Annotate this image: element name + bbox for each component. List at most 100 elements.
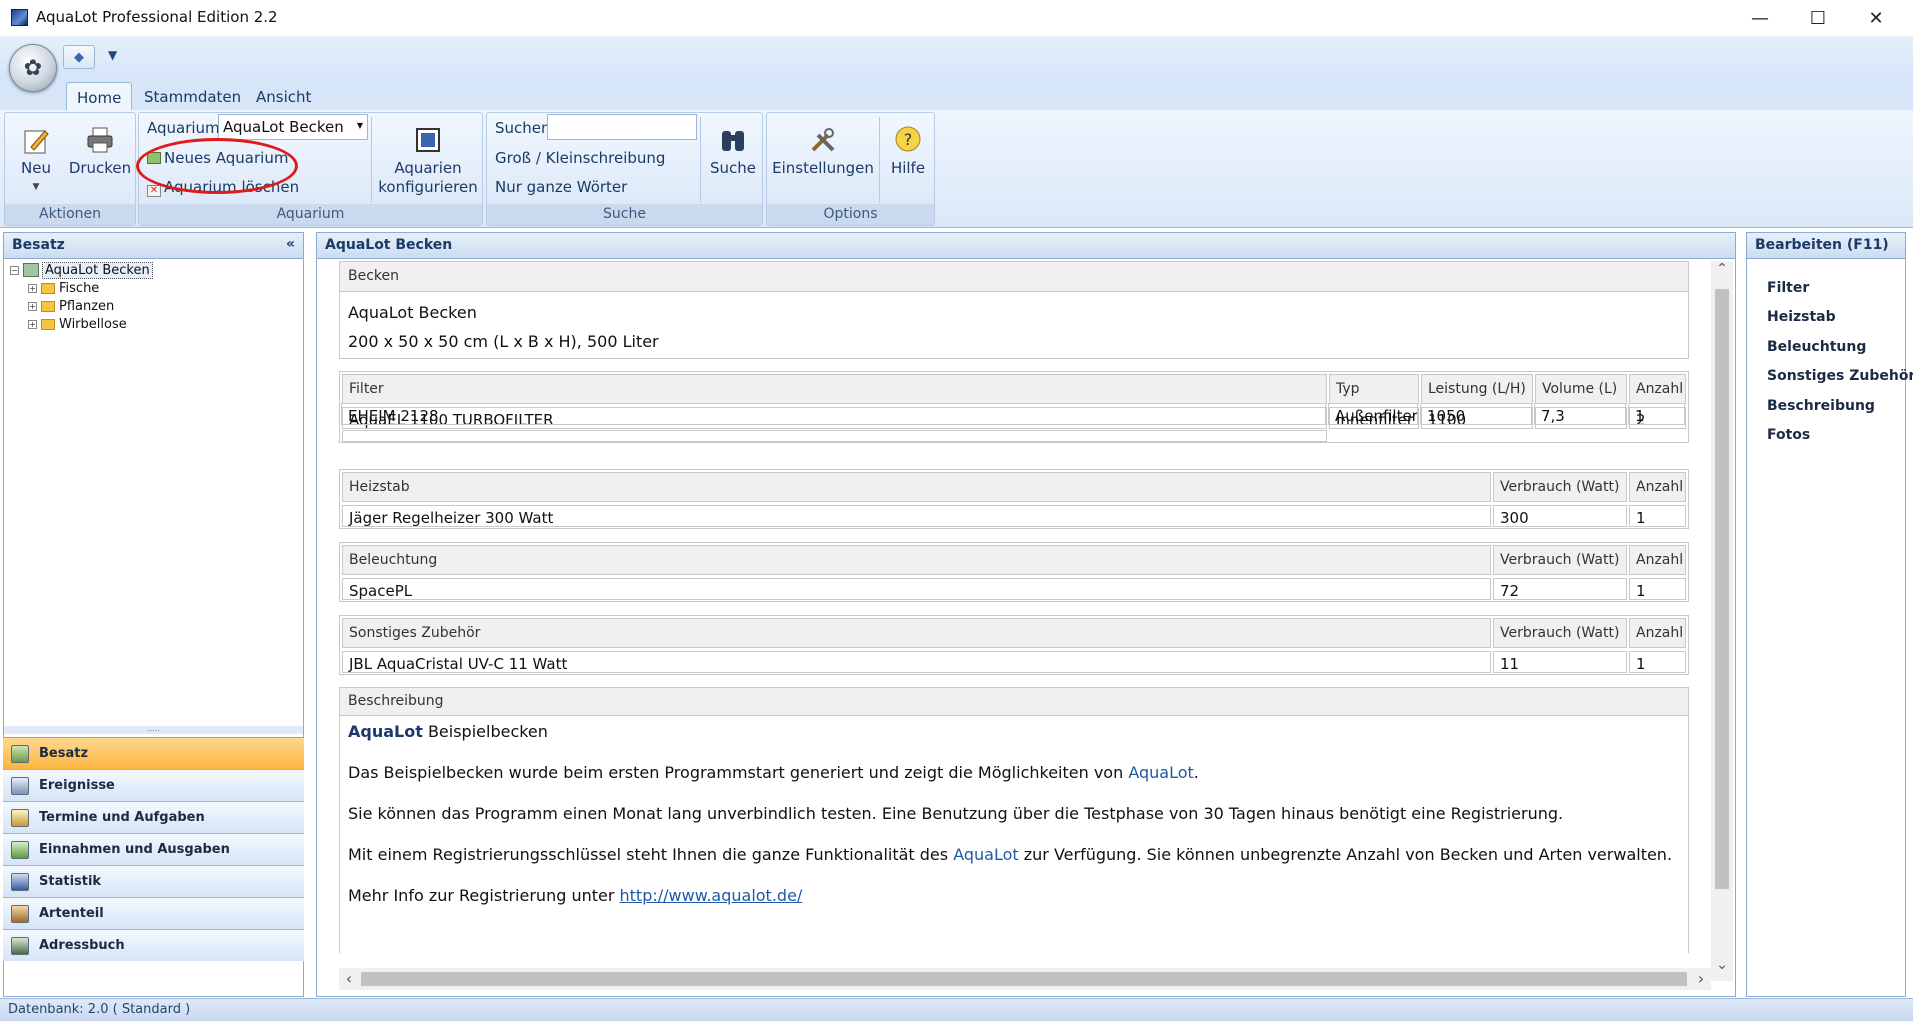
tree-item-root[interactable]: − AquaLot Becken bbox=[10, 261, 153, 279]
horizontal-scroll-thumb[interactable] bbox=[361, 972, 1687, 986]
table-row-cell: 1 bbox=[1628, 403, 1685, 425]
table-row-cell: 7,3 bbox=[1534, 403, 1626, 425]
group-caption-suche: Suche bbox=[487, 204, 762, 225]
neu-dropdown-icon[interactable]: ▼ bbox=[11, 178, 61, 197]
expand-node-icon[interactable]: + bbox=[28, 301, 37, 311]
collapse-icon[interactable]: « bbox=[286, 236, 295, 252]
tab-home[interactable]: Home bbox=[66, 82, 133, 110]
vertical-scrollbar[interactable]: ⌃ ⌄ bbox=[1711, 261, 1733, 981]
chart-icon bbox=[11, 873, 29, 891]
aqualot-link[interactable]: http://www.aqualot.de/ bbox=[620, 886, 803, 905]
beschreibung-section: Beschreibung AquaLot Beispielbecken Das … bbox=[339, 687, 1689, 953]
tree-item-wirbellose[interactable]: + Wirbellose bbox=[10, 315, 153, 333]
nav-statistik[interactable]: Statistik bbox=[3, 865, 304, 897]
anzahl-header: Anzahl bbox=[1629, 618, 1686, 648]
table-row-cell: 11 bbox=[1493, 651, 1627, 673]
hilfe-button[interactable]: ? Hilfe bbox=[883, 125, 933, 178]
beschreibung-p2: Sie können das Programm einen Monat lang… bbox=[348, 804, 1564, 823]
besatz-panel-header: Besatz « bbox=[4, 233, 303, 259]
drucken-button[interactable]: Drucken bbox=[65, 125, 135, 178]
table-row-cell: 1 bbox=[1629, 505, 1686, 527]
book-icon bbox=[11, 905, 29, 923]
window-title: AquaLot Professional Edition 2.2 bbox=[36, 8, 278, 26]
beschreibung-heading: AquaLot Beispielbecken bbox=[348, 722, 548, 741]
tree-item-fische[interactable]: + Fische bbox=[10, 279, 153, 297]
suche-button[interactable]: Suche bbox=[705, 125, 761, 178]
maximize-icon[interactable]: ☐ bbox=[1789, 0, 1847, 36]
contacts-icon bbox=[11, 937, 29, 955]
scroll-right-icon[interactable]: › bbox=[1691, 969, 1711, 989]
group-caption-aquarium: Aquarium bbox=[139, 204, 482, 225]
beschreibung-p4: Mehr Info zur Registrierung unter http:/… bbox=[348, 886, 803, 905]
folder-icon bbox=[41, 300, 55, 312]
neu-button[interactable]: Neu ▼ bbox=[11, 125, 61, 197]
table-row-cell: 1050 bbox=[1420, 403, 1532, 425]
divider bbox=[879, 117, 880, 203]
becken-section: Becken AquaLot Becken 200 x 50 x 50 cm (… bbox=[339, 261, 1689, 359]
vertical-scroll-thumb[interactable] bbox=[1715, 289, 1729, 889]
delete-aquarium-icon: ✕ bbox=[147, 185, 161, 197]
collapse-node-icon[interactable]: − bbox=[10, 265, 19, 275]
close-icon[interactable]: ✕ bbox=[1847, 0, 1905, 36]
tab-stammdaten[interactable]: Stammdaten bbox=[134, 82, 251, 110]
window-config-icon bbox=[416, 128, 440, 152]
aquarium-select[interactable]: AquaLot Becken ▼ bbox=[218, 114, 368, 140]
tab-ansicht[interactable]: Ansicht bbox=[246, 82, 321, 110]
bearbeiten-header: Bearbeiten (F11) bbox=[1747, 233, 1905, 259]
app-icon bbox=[11, 9, 28, 26]
horizontal-scrollbar[interactable]: ‹ › bbox=[339, 968, 1711, 990]
edit-beschreibung-link[interactable]: Beschreibung bbox=[1767, 398, 1875, 414]
beschreibung-p3: Mit einem Registrierungsschlüssel steht … bbox=[348, 845, 1673, 864]
aquarien-konfigurieren-button[interactable]: Aquarien konfigurieren bbox=[375, 125, 481, 197]
aquarium-details: Becken AquaLot Becken 200 x 50 x 50 cm (… bbox=[339, 261, 1689, 953]
main-panel-header: AquaLot Becken bbox=[317, 233, 1735, 259]
quick-access-diamond-icon[interactable]: ◆ bbox=[63, 45, 95, 69]
edit-fotos-link[interactable]: Fotos bbox=[1767, 427, 1810, 443]
group-options: Einstellungen ? Hilfe Options bbox=[766, 112, 935, 226]
scroll-down-icon[interactable]: ⌄ bbox=[1713, 957, 1731, 979]
table-row-cell: Jäger Regelheizer 300 Watt bbox=[342, 505, 1491, 527]
quick-access-bar bbox=[0, 36, 1913, 76]
tree-item-pflanzen[interactable]: + Pflanzen bbox=[10, 297, 153, 315]
zubehoer-table: Sonstiges Zubehör Verbrauch (Watt) Anzah… bbox=[339, 615, 1689, 675]
chevron-down-icon: ▼ bbox=[356, 121, 363, 130]
main-panel: AquaLot Becken Becken AquaLot Becken 200… bbox=[316, 232, 1736, 997]
heizstab-table: Heizstab Verbrauch (Watt) Anzahl Jäger R… bbox=[339, 469, 1689, 529]
expand-node-icon[interactable]: + bbox=[28, 283, 37, 293]
nav-termine[interactable]: Termine und Aufgaben bbox=[3, 801, 304, 833]
nav-adressbuch[interactable]: Adressbuch bbox=[3, 929, 304, 961]
scroll-left-icon[interactable]: ‹ bbox=[339, 969, 359, 989]
edit-filter-link[interactable]: Filter bbox=[1767, 280, 1809, 296]
tools-icon bbox=[811, 128, 835, 152]
folder-icon bbox=[41, 282, 55, 294]
navigation-bar: Besatz Ereignisse Termine und Aufgaben E… bbox=[3, 737, 304, 961]
quick-access-dropdown-icon[interactable]: ▼ bbox=[108, 48, 117, 62]
edit-heizstab-link[interactable]: Heizstab bbox=[1767, 309, 1836, 325]
gross-kleinschreibung-toggle[interactable]: Groß / Kleinschreibung bbox=[495, 149, 665, 167]
edit-zubehoer-link[interactable]: Sonstiges Zubehör bbox=[1767, 368, 1913, 384]
minimize-icon[interactable]: — bbox=[1731, 0, 1789, 36]
title-bar: AquaLot Professional Edition 2.2 — ☐ ✕ bbox=[0, 0, 1913, 36]
search-input[interactable] bbox=[547, 114, 697, 140]
beschreibung-body: AquaLot Beispielbecken Das Beispielbecke… bbox=[340, 716, 1688, 931]
edit-beleuchtung-link[interactable]: Beleuchtung bbox=[1767, 339, 1866, 355]
nav-besatz[interactable]: Besatz bbox=[3, 737, 304, 769]
expand-node-icon[interactable]: + bbox=[28, 319, 37, 329]
app-menu-orb-icon[interactable]: ✿ bbox=[9, 44, 57, 92]
becken-name: AquaLot Becken bbox=[348, 303, 477, 322]
table-row-cell: SpacePL bbox=[342, 578, 1491, 600]
leistung-header: Leistung (L/H) bbox=[1421, 374, 1533, 404]
nav-einnahmen[interactable]: Einnahmen und Ausgaben bbox=[3, 833, 304, 865]
besatz-tree: − AquaLot Becken + Fische + Pflanzen + Wirb… bbox=[10, 261, 153, 333]
scroll-up-icon[interactable]: ⌃ bbox=[1713, 261, 1731, 283]
beschreibung-title: Beschreibung bbox=[340, 688, 1688, 716]
nur-ganze-woerter-toggle[interactable]: Nur ganze Wörter bbox=[495, 178, 627, 196]
einstellungen-button[interactable]: Einstellungen bbox=[771, 125, 875, 178]
table-row-cell: JBL AquaCristal UV-C 11 Watt bbox=[342, 651, 1491, 673]
filter-header: Filter bbox=[342, 374, 1327, 404]
nav-ereignisse[interactable]: Ereignisse bbox=[3, 769, 304, 801]
table-row-cell: 1 bbox=[1629, 578, 1686, 600]
filter-row-2: EHEIM 2128 Außenfilter 1050 7,3 1 bbox=[339, 403, 1689, 429]
nav-artenteil[interactable]: Artenteil bbox=[3, 897, 304, 929]
splitter-handle[interactable]: ..... bbox=[4, 725, 303, 734]
